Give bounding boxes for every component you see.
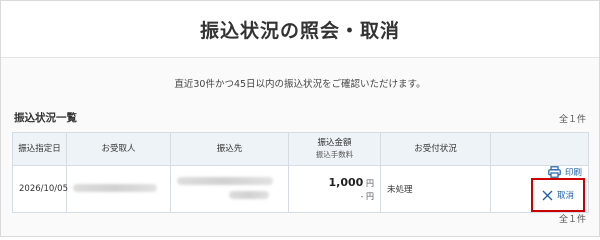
cancel-highlight: 取消 xyxy=(531,178,585,212)
result-count-bottom: 全１件 xyxy=(558,215,586,225)
print-button[interactable]: 印刷 xyxy=(548,166,582,178)
cell-amount: 1,000 円 - 円 xyxy=(288,165,381,213)
header-recipient: お受取人 xyxy=(66,132,171,166)
print-label: 印刷 xyxy=(564,168,582,178)
cell-destination xyxy=(170,165,289,213)
cancel-label: 取消 xyxy=(556,191,574,201)
page-header: 振込状況の照会・取消 xyxy=(1,1,599,58)
redacted-destination xyxy=(177,176,273,185)
redacted-destination-sub xyxy=(229,190,269,199)
amount-value: 1,000 xyxy=(328,176,364,189)
cell-date: 2026/10/05 xyxy=(12,165,68,213)
table-row: 2026/10/05 1,000 円 - 円 未処理 印刷 取消 xyxy=(12,165,589,213)
close-icon xyxy=(542,190,553,201)
fee-value: - 円 xyxy=(360,192,374,201)
transfer-status-table: 振込指定日 お受取人 振込先 振込金額 振込手数料 お受付状況 2026/10/… xyxy=(12,132,589,213)
section-title: 振込状況一覧 xyxy=(14,112,77,124)
cancel-button[interactable]: 取消 xyxy=(542,189,574,201)
redacted-recipient xyxy=(73,183,157,192)
header-actions xyxy=(490,132,589,166)
header-status: お受付状況 xyxy=(380,132,491,166)
header-date: 振込指定日 xyxy=(12,132,67,166)
header-amount: 振込金額 振込手数料 xyxy=(288,132,381,166)
header-fee-label: 振込手数料 xyxy=(315,150,354,159)
table-header-row: 振込指定日 お受取人 振込先 振込金額 振込手数料 お受付状況 xyxy=(12,132,589,166)
notice-text: 直近30件かつ45日以内の振込状況をご確認いただけます。 xyxy=(174,79,426,90)
page-title: 振込状況の照会・取消 xyxy=(199,19,400,42)
header-amount-label: 振込金額 xyxy=(317,138,352,148)
printer-icon xyxy=(548,166,561,178)
header-destination: 振込先 xyxy=(170,132,289,166)
cell-status: 未処理 xyxy=(380,165,491,213)
cell-recipient xyxy=(66,165,171,213)
result-count-top: 全１件 xyxy=(558,115,586,125)
cell-actions: 印刷 取消 xyxy=(490,165,589,213)
amount-unit: 円 xyxy=(366,179,374,188)
